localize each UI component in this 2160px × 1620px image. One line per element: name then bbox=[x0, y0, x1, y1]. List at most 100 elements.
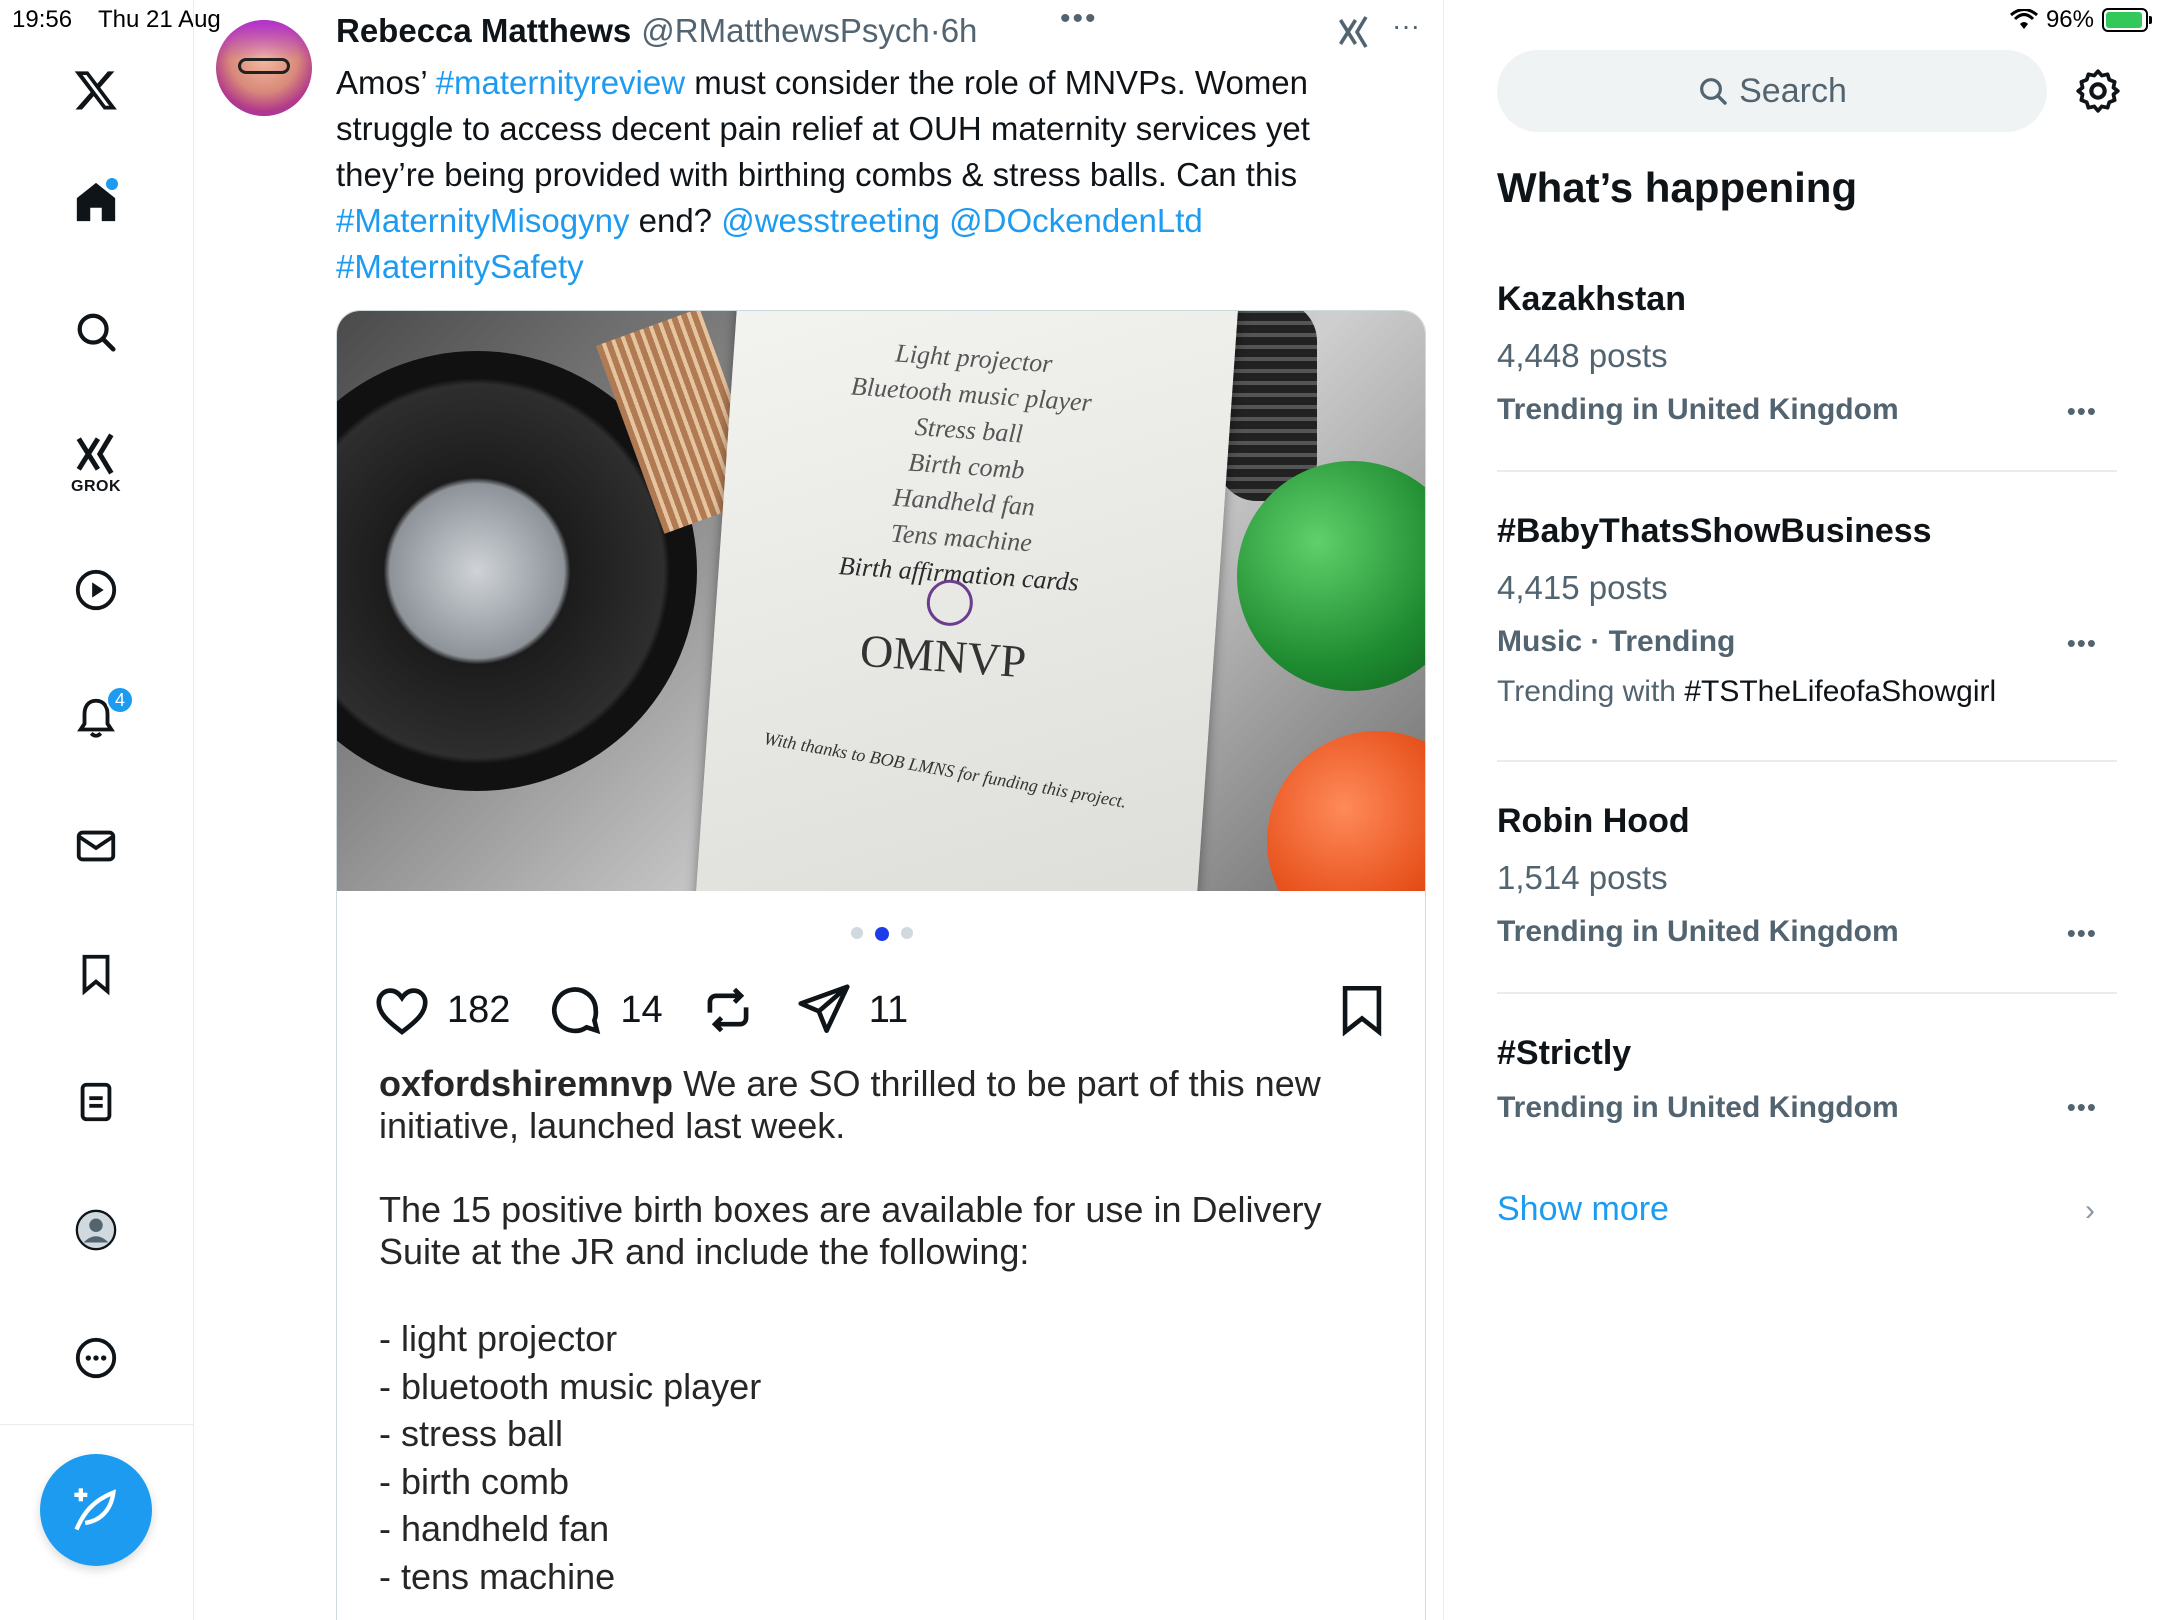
grok-label: GROK bbox=[71, 478, 121, 495]
comment-icon bbox=[552, 987, 601, 1035]
handle-separator: · bbox=[929, 12, 941, 49]
trend-more-icon[interactable]: ••• bbox=[2067, 396, 2097, 427]
messages-icon[interactable] bbox=[70, 820, 122, 872]
save-action[interactable] bbox=[1333, 979, 1391, 1046]
caption-list-item: - handheld fan bbox=[379, 1508, 610, 1549]
avatar-glasses bbox=[238, 58, 290, 74]
trend-item[interactable]: Kazakhstan 4,448 posts Trending in Unite… bbox=[1497, 280, 2117, 427]
trend-more-icon[interactable]: ••• bbox=[2067, 1092, 2097, 1123]
trend-item[interactable]: Robin Hood 1,514 posts Trending in Unite… bbox=[1497, 802, 2117, 949]
notifications-badge: 4 bbox=[106, 686, 134, 714]
settings-gear-icon[interactable] bbox=[2073, 66, 2123, 116]
chevron-right-icon[interactable]: › bbox=[2085, 1194, 2095, 1228]
notifications-icon[interactable]: 4 bbox=[70, 686, 134, 744]
trend-item[interactable]: #BabyThatsShowBusiness 4,415 posts Music… bbox=[1497, 512, 2117, 709]
trend-posts: 4,448 posts bbox=[1497, 337, 1668, 374]
pager-dot[interactable] bbox=[875, 927, 889, 941]
trend-more-icon[interactable]: ••• bbox=[2067, 628, 2097, 659]
grok-icon[interactable] bbox=[70, 428, 122, 480]
author-handle-text: @RMatthewsPsych bbox=[641, 12, 930, 49]
trend-name: #Strictly bbox=[1497, 1034, 1632, 1072]
caption-list-item: - birth comb bbox=[379, 1460, 570, 1502]
tweet-text-segment bbox=[940, 202, 949, 239]
trend-context: Trending in United Kingdom bbox=[1497, 393, 1899, 426]
tweet-author-line: Rebecca Matthews @RMatthewsPsych·6h bbox=[336, 12, 977, 50]
paper-thanks: With thanks to BOB LMNS for funding this… bbox=[762, 728, 1129, 812]
like-count: 182 bbox=[447, 988, 511, 1031]
tweet-link[interactable]: #maternityreview bbox=[436, 64, 685, 101]
caption-paragraph-2: The 15 positive birth boxes are availabl… bbox=[379, 1189, 1322, 1272]
caption-list-item: - light projector bbox=[379, 1318, 618, 1359]
search-icon bbox=[1700, 78, 1727, 105]
send-icon bbox=[798, 984, 850, 1033]
video-icon[interactable] bbox=[70, 564, 122, 616]
carousel-pager[interactable] bbox=[337, 927, 1425, 941]
embedded-post-card[interactable]: Light projector Bluetooth music player Str… bbox=[336, 310, 1426, 1620]
right-sidebar: Search What’s happening Kazakhstan 4,448… bbox=[1445, 0, 2160, 1620]
home-unread-dot bbox=[106, 178, 118, 190]
heart-icon bbox=[376, 988, 428, 1035]
trend-divider bbox=[1497, 992, 2117, 994]
more-options-icon[interactable] bbox=[70, 1332, 122, 1384]
author-name[interactable]: Rebecca Matthews bbox=[336, 12, 631, 50]
grok-explain-icon[interactable] bbox=[1336, 14, 1372, 55]
pager-dot[interactable] bbox=[901, 927, 913, 939]
share-count: 11 bbox=[868, 988, 909, 1031]
tweet-link[interactable]: @wesstreeting bbox=[721, 202, 940, 239]
tweet-link[interactable]: @DOckendenLtd bbox=[949, 202, 1203, 239]
bookmark-icon bbox=[1342, 985, 1382, 1037]
author-avatar[interactable] bbox=[216, 20, 312, 116]
bookmarks-icon[interactable] bbox=[70, 948, 122, 1000]
left-nav: GROK 4 bbox=[0, 0, 194, 1620]
repost-action[interactable] bbox=[697, 979, 759, 1041]
caption-list: - light projector - bluetooth music playe… bbox=[379, 1315, 1389, 1600]
search-input[interactable]: Search bbox=[1497, 50, 2047, 132]
caption-intro-paragraph: oxfordshiremnvp We are SO thrilled to be… bbox=[379, 1063, 1389, 1147]
embedded-post-caption: oxfordshiremnvp We are SO thrilled to be… bbox=[379, 1063, 1389, 1600]
post-photo[interactable]: Light projector Bluetooth music player Str… bbox=[337, 311, 1425, 891]
tweet-link[interactable]: #MaternitySafety bbox=[336, 248, 584, 285]
lists-icon[interactable] bbox=[70, 1076, 122, 1128]
comment-count: 14 bbox=[620, 988, 663, 1031]
trend-more-icon[interactable]: ••• bbox=[2067, 918, 2097, 949]
trend-with-tag[interactable]: #TSTheLifeofaShowgirl bbox=[1684, 675, 1996, 708]
x-logo-icon[interactable] bbox=[70, 64, 122, 116]
tweet-text-segment: Amos’ bbox=[336, 64, 436, 101]
nav-divider bbox=[0, 1424, 194, 1425]
comment-action[interactable]: 14 bbox=[544, 979, 663, 1041]
trend-divider bbox=[1497, 760, 2117, 762]
search-placeholder: Search bbox=[1739, 71, 1847, 110]
trend-name: Robin Hood bbox=[1497, 802, 1690, 840]
avatar-hair bbox=[216, 20, 312, 60]
tweet-time: 6h bbox=[940, 12, 978, 49]
search-icon[interactable] bbox=[70, 306, 122, 358]
trend-with-line: Trending with #TSTheLifeofaShowgirl bbox=[1497, 675, 2117, 709]
home-icon[interactable] bbox=[70, 176, 122, 228]
profile-icon[interactable] bbox=[70, 1204, 122, 1256]
author-handle[interactable]: @RMatthewsPsych·6h bbox=[641, 12, 977, 50]
trend-item[interactable]: #Strictly Trending in United Kingdom ••• bbox=[1497, 1034, 2117, 1125]
paper-logo: OMNVP bbox=[858, 624, 1028, 688]
pager-dot[interactable] bbox=[851, 927, 863, 939]
tweet-text: Amos’ #maternityreview must consider the… bbox=[336, 60, 1396, 290]
repost-icon bbox=[707, 987, 749, 1033]
caption-username[interactable]: oxfordshiremnvp bbox=[379, 1063, 673, 1104]
compose-feather-icon bbox=[74, 1488, 116, 1531]
photo-paper: Light projector Bluetooth music player Str… bbox=[695, 311, 1239, 891]
compose-post-button[interactable] bbox=[40, 1454, 152, 1566]
tweet-more-icon[interactable]: ··· bbox=[1392, 10, 1420, 42]
like-action[interactable]: 182 bbox=[371, 979, 510, 1041]
tweet-header-dots-icon: ••• bbox=[1060, 2, 1098, 35]
trend-context: Trending in United Kingdom bbox=[1497, 915, 1899, 948]
paper-items: Light projector Bluetooth music player Str… bbox=[748, 326, 1185, 607]
tweet-link[interactable]: #MaternityMisogyny bbox=[336, 202, 629, 239]
trend-context: Trending in United Kingdom bbox=[1497, 1091, 1899, 1124]
caption-list-item: - stress ball bbox=[379, 1413, 564, 1454]
show-more-link[interactable]: Show more bbox=[1497, 1190, 1669, 1229]
embedded-post-actions: 182 14 11 bbox=[371, 975, 1401, 1045]
tweet-text-segment: end? bbox=[629, 202, 722, 239]
trend-context: Music · Trending bbox=[1497, 625, 1736, 658]
trend-posts: 4,415 posts bbox=[1497, 569, 1668, 606]
share-action[interactable]: 11 bbox=[793, 979, 908, 1041]
trend-posts: 1,514 posts bbox=[1497, 859, 1668, 896]
